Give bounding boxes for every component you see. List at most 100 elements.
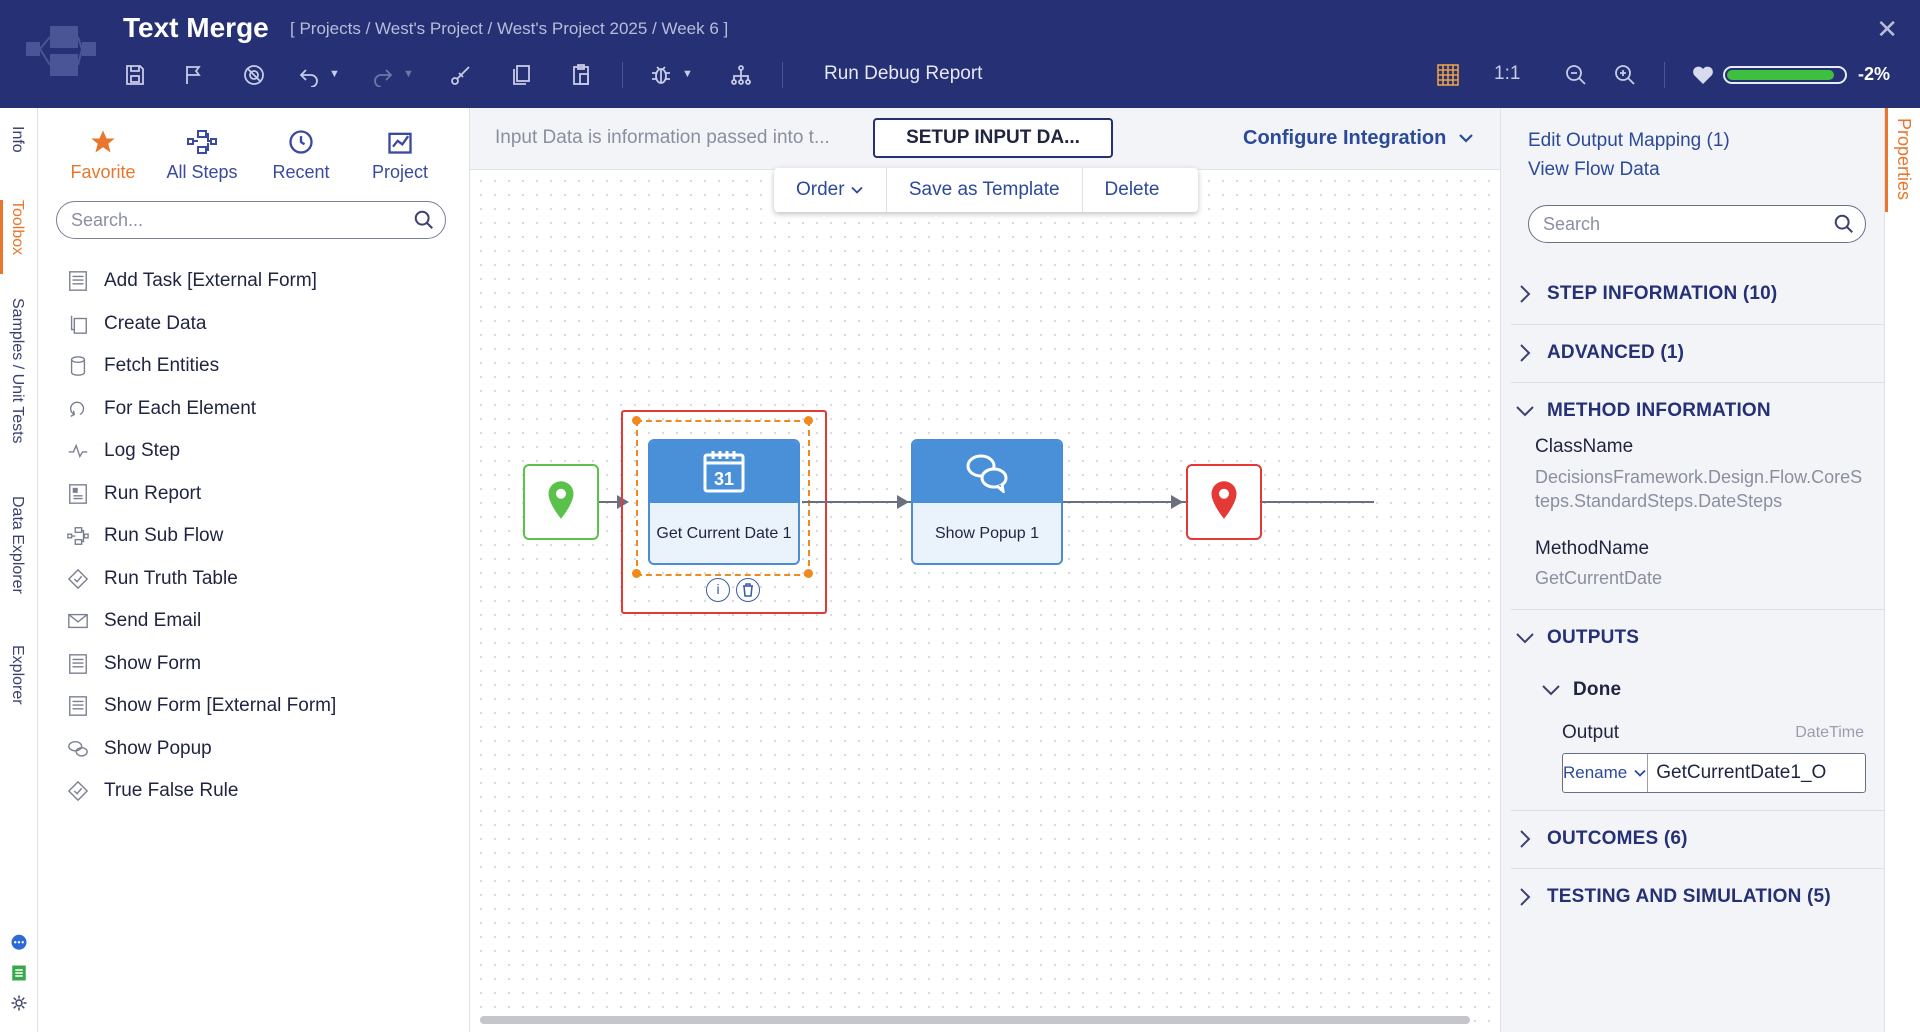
- list-item[interactable]: True False Rule: [66, 770, 456, 813]
- tab-favorite-label: Favorite: [70, 162, 136, 182]
- toolbar-divider: [622, 62, 623, 88]
- sub-flow-icon: [66, 524, 90, 548]
- flow-end-node[interactable]: [1186, 464, 1262, 540]
- resize-handle[interactable]: [804, 416, 813, 425]
- tab-all-steps[interactable]: All Steps: [152, 128, 252, 183]
- star-icon: [53, 128, 153, 158]
- disable-icon[interactable]: [239, 60, 269, 90]
- section-outcomes[interactable]: OUTCOMES (6): [1515, 819, 1875, 859]
- tab-data-explorer[interactable]: Data Explorer: [8, 496, 26, 594]
- output-label: Output: [1562, 722, 1620, 743]
- chevron-right-icon: [1515, 829, 1535, 849]
- tab-favorite[interactable]: Favorite: [53, 128, 153, 183]
- list-item[interactable]: Send Email: [66, 600, 456, 643]
- list-item[interactable]: Run Report: [66, 473, 456, 516]
- output-name-input[interactable]: [1648, 754, 1902, 792]
- outcome-done-group[interactable]: Done: [1541, 670, 1841, 710]
- order-dropdown[interactable]: Order: [774, 168, 887, 212]
- section-step-information[interactable]: STEP INFORMATION (10): [1515, 274, 1875, 314]
- chat-bubbles-icon: [966, 454, 1008, 493]
- heart-icon: [1688, 60, 1718, 90]
- connector-line: [599, 501, 619, 503]
- resize-handle[interactable]: [632, 569, 641, 578]
- app-header: Text Merge [ Projects / West's Project /…: [0, 0, 1920, 108]
- paste-icon[interactable]: [566, 60, 596, 90]
- rename-mode-dropdown[interactable]: Rename: [1563, 754, 1649, 792]
- zoom-out-icon[interactable]: [1561, 60, 1591, 90]
- debug-icon[interactable]: [646, 60, 676, 90]
- resize-handle[interactable]: [632, 416, 641, 425]
- chevron-right-icon: [1515, 887, 1535, 907]
- flag-icon[interactable]: [179, 60, 209, 90]
- section-outputs[interactable]: OUTPUTS: [1515, 618, 1875, 658]
- hierarchy-icon[interactable]: [726, 60, 756, 90]
- report-icon: [66, 482, 90, 506]
- output-rename-field: Rename: [1562, 753, 1902, 793]
- connector-line: [802, 501, 1374, 503]
- undo-icon[interactable]: [294, 60, 324, 90]
- list-item[interactable]: Create Data: [66, 303, 456, 346]
- list-item[interactable]: Add Task [External Form]: [66, 260, 456, 303]
- grid-icon[interactable]: [1433, 60, 1463, 90]
- start-pin-icon: [546, 480, 576, 525]
- tab-recent-label: Recent: [272, 162, 330, 182]
- tab-all-steps-label: All Steps: [166, 162, 238, 182]
- step-show-popup[interactable]: Show Popup 1: [911, 439, 1063, 565]
- debug-dropdown-icon[interactable]: ▼: [682, 68, 693, 80]
- zoom-in-icon[interactable]: [1610, 60, 1640, 90]
- run-debug-report-button[interactable]: Run Debug Report: [824, 63, 982, 85]
- setup-input-data-button[interactable]: SETUP INPUT DA...: [873, 118, 1113, 158]
- redo-icon[interactable]: [368, 60, 398, 90]
- tab-info[interactable]: Info: [8, 126, 26, 153]
- close-icon[interactable]: ✕: [1876, 14, 1898, 45]
- section-testing-simulation[interactable]: TESTING AND SIMULATION (5): [1515, 877, 1875, 917]
- toolbox-search-input[interactable]: [71, 210, 401, 231]
- list-item[interactable]: Show Popup: [66, 728, 456, 771]
- step-label: Get Current Date 1: [650, 503, 798, 563]
- properties-panel: Edit Output Mapping (1) View Flow Data S…: [1500, 108, 1902, 1032]
- form-icon: [66, 652, 90, 676]
- redo-dropdown-icon[interactable]: ▼: [403, 68, 414, 80]
- section-method-information[interactable]: METHOD INFORMATION: [1515, 391, 1875, 431]
- tab-explorer[interactable]: Explorer: [8, 645, 26, 705]
- trash-icon[interactable]: [736, 578, 760, 602]
- chevron-down-icon: [1627, 763, 1647, 783]
- settings-icon[interactable]: [9, 993, 29, 1013]
- step-get-current-date[interactable]: 31 Get Current Date 1: [648, 439, 800, 565]
- tab-project[interactable]: Project: [350, 128, 450, 183]
- list-item[interactable]: Run Truth Table: [66, 558, 456, 601]
- list-item[interactable]: Log Step: [66, 430, 456, 473]
- edit-output-mapping-link[interactable]: Edit Output Mapping (1): [1528, 130, 1730, 152]
- save-as-template-button[interactable]: Save as Template: [887, 168, 1083, 212]
- configure-integration-dropdown[interactable]: Configure Integration: [1243, 127, 1474, 150]
- search-icon[interactable]: [1833, 213, 1855, 240]
- list-item[interactable]: Run Sub Flow: [66, 515, 456, 558]
- zoom-reset-button[interactable]: 1:1: [1494, 63, 1520, 85]
- flow-start-node[interactable]: [523, 464, 599, 540]
- list-item[interactable]: Fetch Entities: [66, 345, 456, 388]
- cut-icon[interactable]: [446, 60, 476, 90]
- tab-properties[interactable]: Properties: [1893, 118, 1914, 200]
- breadcrumb[interactable]: [ Projects / West's Project / West's Pro…: [290, 19, 728, 39]
- tab-toolbox[interactable]: Toolbox: [8, 200, 26, 255]
- section-advanced[interactable]: ADVANCED (1): [1515, 333, 1875, 373]
- list-item[interactable]: Show Form [External Form]: [66, 685, 456, 728]
- undo-dropdown-icon[interactable]: ▼: [329, 68, 340, 80]
- delete-button[interactable]: Delete: [1083, 168, 1182, 212]
- horizontal-scrollbar[interactable]: [480, 1016, 1470, 1024]
- view-flow-data-link[interactable]: View Flow Data: [1528, 159, 1660, 181]
- info-icon[interactable]: i: [706, 578, 730, 602]
- save-icon[interactable]: [120, 60, 150, 90]
- list-item[interactable]: Show Form: [66, 643, 456, 686]
- resize-handle[interactable]: [804, 569, 813, 578]
- list-item[interactable]: For Each Element: [66, 388, 456, 431]
- properties-search-input[interactable]: [1543, 214, 1823, 235]
- flow-steps-icon: [152, 128, 252, 158]
- search-icon[interactable]: [413, 209, 435, 236]
- notes-icon[interactable]: [9, 963, 29, 983]
- copy-icon[interactable]: [506, 60, 536, 90]
- tab-samples-unit-tests[interactable]: Samples / Unit Tests: [8, 298, 26, 444]
- tab-recent[interactable]: Recent: [251, 128, 351, 183]
- chat-icon[interactable]: [9, 933, 29, 953]
- step-header: 31: [650, 441, 798, 503]
